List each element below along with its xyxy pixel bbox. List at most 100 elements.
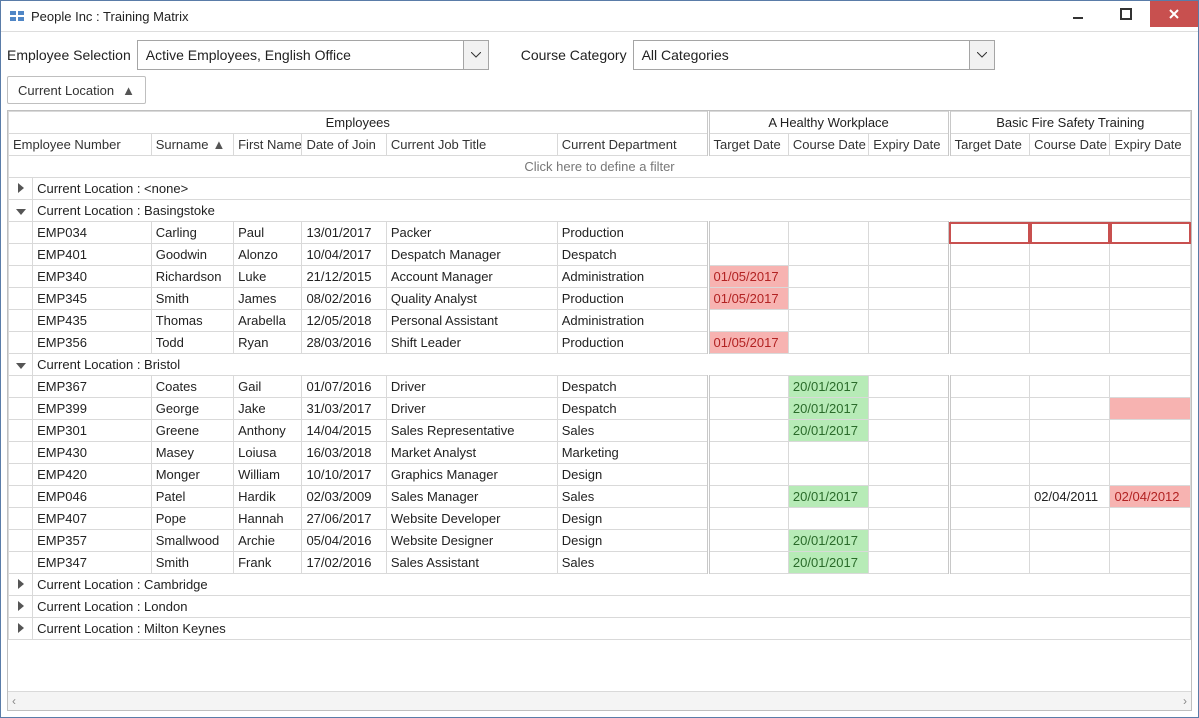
group-header[interactable]: Current Location : Bristol <box>33 354 1191 376</box>
cell-first-name[interactable]: Ryan <box>234 332 302 354</box>
cell-surname[interactable]: Smallwood <box>151 530 233 552</box>
cell-c2-course[interactable] <box>1030 266 1110 288</box>
cell-department[interactable]: Despatch <box>557 376 708 398</box>
cell-c2-target[interactable] <box>949 508 1029 530</box>
cell-c2-course[interactable] <box>1030 420 1110 442</box>
cell-date-of-join[interactable]: 17/02/2016 <box>302 552 386 574</box>
cell-c1-expiry[interactable] <box>869 332 949 354</box>
cell-c1-expiry[interactable] <box>869 508 949 530</box>
cell-c2-course[interactable] <box>1030 552 1110 574</box>
cell-employee-number[interactable]: EMP347 <box>33 552 152 574</box>
cell-date-of-join[interactable]: 05/04/2016 <box>302 530 386 552</box>
cell-c2-course[interactable] <box>1030 244 1110 266</box>
minimize-button[interactable] <box>1054 1 1102 27</box>
table-row[interactable]: EMP340RichardsonLuke21/12/2015Account Ma… <box>9 266 1191 288</box>
cell-date-of-join[interactable]: 21/12/2015 <box>302 266 386 288</box>
cell-department[interactable]: Production <box>557 288 708 310</box>
cell-c1-course[interactable]: 20/01/2017 <box>788 398 868 420</box>
cell-c1-course[interactable]: 20/01/2017 <box>788 420 868 442</box>
table-row[interactable]: EMP435ThomasArabella12/05/2018Personal A… <box>9 310 1191 332</box>
group-expand-toggle[interactable] <box>9 574 33 596</box>
cell-c2-course[interactable] <box>1030 442 1110 464</box>
cell-c1-course[interactable] <box>788 464 868 486</box>
cell-job-title[interactable]: Packer <box>386 222 557 244</box>
cell-c1-course[interactable] <box>788 222 868 244</box>
cell-first-name[interactable]: Archie <box>234 530 302 552</box>
cell-c2-expiry[interactable] <box>1110 222 1191 244</box>
cell-surname[interactable]: Todd <box>151 332 233 354</box>
cell-c2-expiry[interactable] <box>1110 310 1191 332</box>
cell-c1-course[interactable]: 20/01/2017 <box>788 486 868 508</box>
cell-c1-target[interactable] <box>708 222 788 244</box>
cell-employee-number[interactable]: EMP401 <box>33 244 152 266</box>
cell-employee-number[interactable]: EMP034 <box>33 222 152 244</box>
cell-c2-expiry[interactable] <box>1110 376 1191 398</box>
cell-c1-target[interactable] <box>708 508 788 530</box>
cell-c2-expiry[interactable] <box>1110 266 1191 288</box>
cell-c1-target[interactable]: 01/05/2017 <box>708 332 788 354</box>
cell-c1-target[interactable] <box>708 398 788 420</box>
group-header[interactable]: Current Location : Basingstoke <box>33 200 1191 222</box>
cell-c1-expiry[interactable] <box>869 420 949 442</box>
cell-c1-course[interactable] <box>788 332 868 354</box>
cell-c2-course[interactable] <box>1030 222 1110 244</box>
cell-date-of-join[interactable]: 31/03/2017 <box>302 398 386 420</box>
cell-c1-course[interactable]: 20/01/2017 <box>788 376 868 398</box>
cell-c1-target[interactable]: 01/05/2017 <box>708 266 788 288</box>
cell-employee-number[interactable]: EMP407 <box>33 508 152 530</box>
cell-c2-course[interactable] <box>1030 376 1110 398</box>
cell-job-title[interactable]: Sales Manager <box>386 486 557 508</box>
table-row[interactable]: EMP401GoodwinAlonzo10/04/2017Despatch Ma… <box>9 244 1191 266</box>
cell-date-of-join[interactable]: 27/06/2017 <box>302 508 386 530</box>
cell-c2-target[interactable] <box>949 486 1029 508</box>
cell-date-of-join[interactable]: 16/03/2018 <box>302 442 386 464</box>
cell-date-of-join[interactable]: 12/05/2018 <box>302 310 386 332</box>
cell-c2-target[interactable] <box>949 398 1029 420</box>
cell-department[interactable]: Design <box>557 508 708 530</box>
col-c2-course[interactable]: Course Date <box>1030 134 1110 156</box>
cell-c2-expiry[interactable] <box>1110 420 1191 442</box>
cell-job-title[interactable]: Graphics Manager <box>386 464 557 486</box>
cell-job-title[interactable]: Sales Assistant <box>386 552 557 574</box>
cell-c1-course[interactable] <box>788 288 868 310</box>
cell-first-name[interactable]: Frank <box>234 552 302 574</box>
filter-row[interactable]: Click here to define a filter <box>9 156 1191 178</box>
cell-c1-expiry[interactable] <box>869 530 949 552</box>
cell-first-name[interactable]: James <box>234 288 302 310</box>
cell-c1-expiry[interactable] <box>869 376 949 398</box>
cell-job-title[interactable]: Personal Assistant <box>386 310 557 332</box>
cell-job-title[interactable]: Account Manager <box>386 266 557 288</box>
cell-c2-course[interactable] <box>1030 530 1110 552</box>
cell-first-name[interactable]: Loiusa <box>234 442 302 464</box>
cell-c1-expiry[interactable] <box>869 398 949 420</box>
cell-c2-course[interactable] <box>1030 508 1110 530</box>
cell-surname[interactable]: Monger <box>151 464 233 486</box>
cell-c1-target[interactable] <box>708 420 788 442</box>
cell-job-title[interactable]: Driver <box>386 376 557 398</box>
cell-surname[interactable]: Coates <box>151 376 233 398</box>
cell-first-name[interactable]: Anthony <box>234 420 302 442</box>
cell-c1-expiry[interactable] <box>869 442 949 464</box>
scroll-left-icon[interactable]: ‹ <box>12 694 16 708</box>
cell-c2-expiry[interactable] <box>1110 288 1191 310</box>
col-date-of-join[interactable]: Date of Join <box>302 134 386 156</box>
cell-c2-target[interactable] <box>949 266 1029 288</box>
cell-c2-target[interactable] <box>949 288 1029 310</box>
cell-c2-target[interactable] <box>949 332 1029 354</box>
cell-c1-course[interactable] <box>788 508 868 530</box>
cell-c1-expiry[interactable] <box>869 266 949 288</box>
cell-c2-expiry[interactable]: 02/04/2012 <box>1110 486 1191 508</box>
cell-c2-course[interactable] <box>1030 464 1110 486</box>
cell-department[interactable]: Sales <box>557 552 708 574</box>
cell-c2-target[interactable] <box>949 310 1029 332</box>
horizontal-scrollbar[interactable]: ‹ › <box>8 691 1191 710</box>
cell-c2-expiry[interactable] <box>1110 244 1191 266</box>
cell-c2-target[interactable] <box>949 222 1029 244</box>
cell-c2-target[interactable] <box>949 530 1029 552</box>
close-button[interactable] <box>1150 1 1198 27</box>
col-employee-number[interactable]: Employee Number <box>9 134 152 156</box>
cell-date-of-join[interactable]: 28/03/2016 <box>302 332 386 354</box>
table-row[interactable]: EMP347SmithFrank17/02/2016Sales Assistan… <box>9 552 1191 574</box>
cell-department[interactable]: Despatch <box>557 244 708 266</box>
col-c1-expiry[interactable]: Expiry Date <box>869 134 949 156</box>
